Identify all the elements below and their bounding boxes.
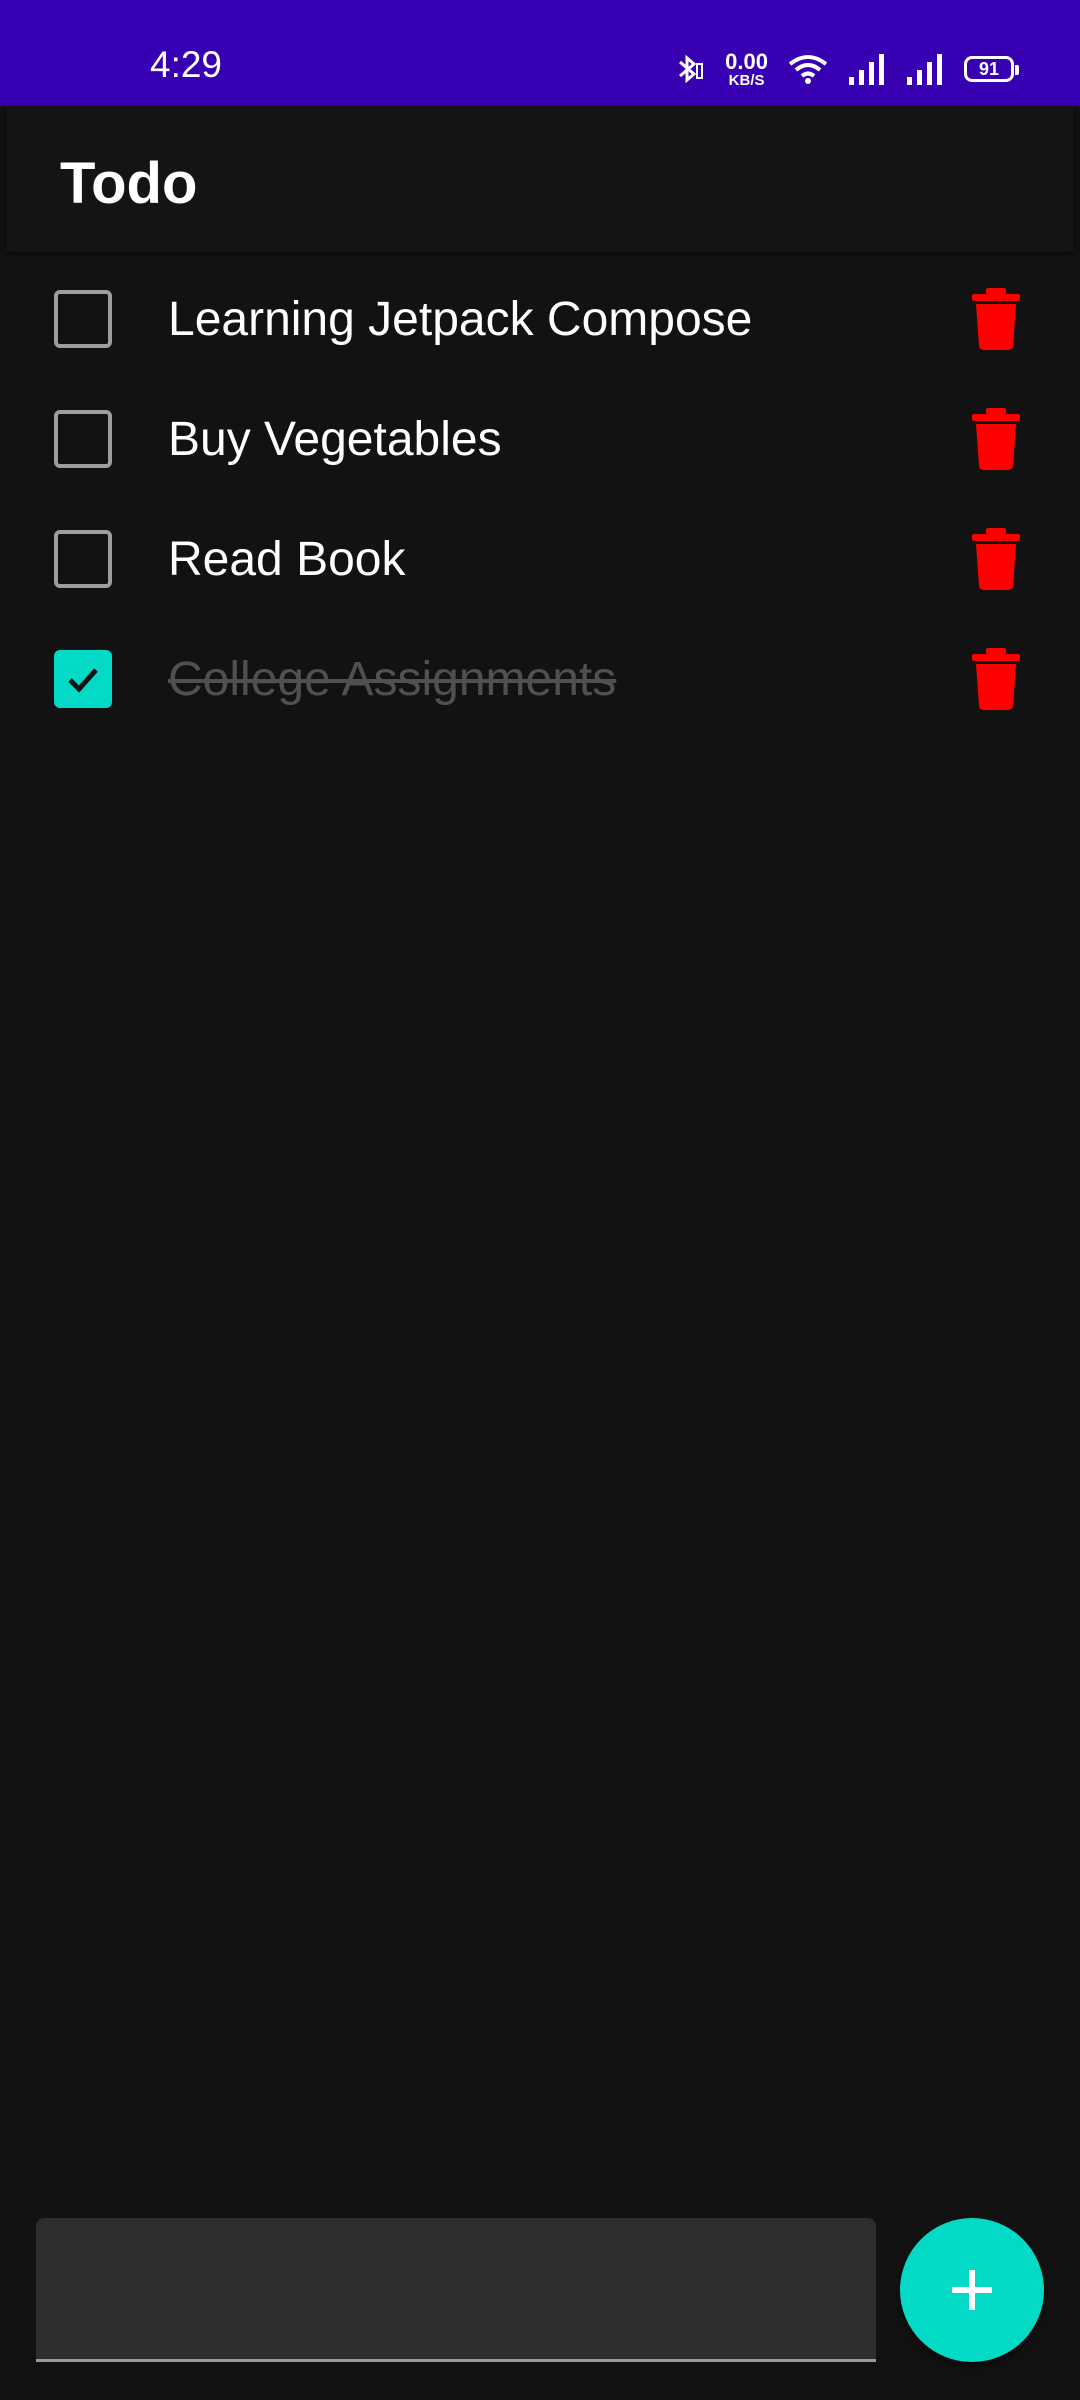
todo-item: Read Book [0,502,1080,622]
delete-button[interactable] [968,528,1024,590]
delete-button[interactable] [968,408,1024,470]
todo-list: Learning Jetpack Compose Buy Vegetables Re… [0,262,1080,742]
app-bar: Todo [6,106,1074,252]
net-speed: 0.00 KB/S [725,48,768,89]
todo-label: Read Book [168,533,406,586]
trash-icon [972,288,1020,350]
trash-icon [972,528,1020,590]
todo-input[interactable] [36,2218,876,2362]
net-speed-value: 0.00 [725,48,768,74]
todo-checkbox[interactable] [54,290,112,348]
todo-item: Learning Jetpack Compose [0,262,1080,382]
net-speed-unit: KB/S [728,71,765,89]
trash-icon [972,408,1020,470]
status-icons: 0.00 KB/S 91 [651,46,1019,92]
trash-icon [972,648,1020,710]
add-todo-button[interactable] [900,2218,1044,2362]
todo-item: College Assignments [0,622,1080,742]
signal-icon [848,53,886,85]
todo-checkbox[interactable] [54,650,112,708]
delete-button[interactable] [968,648,1024,710]
checkmark-icon [68,668,98,693]
wifi-icon [788,52,828,86]
battery-icon: 91 [964,56,1019,82]
todo-label: College Assignments [168,653,617,706]
bluetooth-icon [671,52,705,86]
status-time: 4:29 [150,44,223,85]
todo-item: Buy Vegetables [0,382,1080,502]
page-title: Todo [60,151,198,216]
signal-icon [906,53,944,85]
todo-label: Learning Jetpack Compose [168,293,753,346]
plus-icon [952,2270,992,2310]
status-bar: 4:29 0.00 KB/S 91 [0,0,1080,106]
delete-button[interactable] [968,288,1024,350]
todo-checkbox[interactable] [54,530,112,588]
todo-checkbox[interactable] [54,410,112,468]
todo-label: Buy Vegetables [168,413,502,466]
